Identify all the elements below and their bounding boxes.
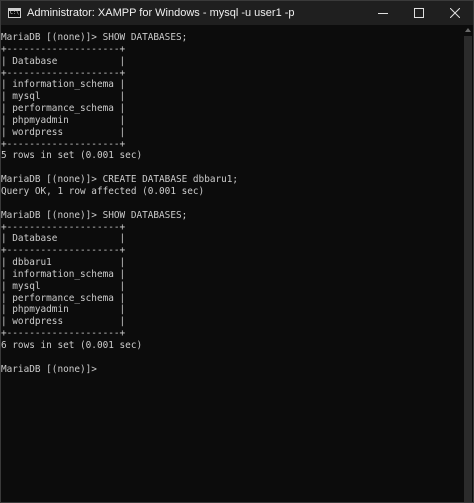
- terminal-line: | wordpress |: [1, 316, 126, 328]
- terminal-line: | phpmyadmin |: [1, 304, 126, 316]
- maximize-button[interactable]: [401, 1, 437, 25]
- window-controls: [365, 1, 473, 25]
- console-icon[interactable]: C:\: [8, 8, 21, 18]
- scroll-up-arrow-icon[interactable]: [465, 28, 471, 32]
- terminal-line: | phpmyadmin |: [1, 114, 126, 126]
- maximize-icon: [414, 8, 424, 18]
- terminal-line: | performance_schema |: [1, 103, 126, 115]
- terminal-line: | information_schema |: [1, 268, 126, 280]
- terminal-line: | mysql |: [1, 280, 126, 292]
- close-button[interactable]: [437, 1, 473, 25]
- terminal-line: MariaDB [(none)]>: [1, 363, 97, 375]
- scrollbar-thumb[interactable]: [464, 36, 472, 502]
- terminal-line: 5 rows in set (0.001 sec): [1, 150, 143, 162]
- terminal-output[interactable]: MariaDB [(none)]> SHOW DATABASES; +------…: [1, 32, 461, 375]
- terminal-line: Query OK, 1 row affected (0.001 sec): [1, 185, 205, 197]
- terminal-line: +--------------------+: [1, 245, 126, 257]
- terminal-line: | performance_schema |: [1, 292, 126, 304]
- terminal-line: +--------------------+: [1, 67, 126, 79]
- title-bar[interactable]: C:\ Administrator: XAMPP for Windows - m…: [1, 1, 473, 25]
- window-title: Administrator: XAMPP for Windows - mysql…: [27, 7, 295, 19]
- terminal-line: MariaDB [(none)]> SHOW DATABASES;: [1, 209, 188, 221]
- console-window: C:\ Administrator: XAMPP for Windows - m…: [0, 0, 474, 503]
- terminal-line: | mysql |: [1, 91, 126, 103]
- terminal-line: +--------------------+: [1, 221, 126, 233]
- terminal-line: +--------------------+: [1, 138, 126, 150]
- terminal-line: | Database |: [1, 233, 126, 245]
- terminal-line: | information_schema |: [1, 79, 126, 91]
- terminal-line: 6 rows in set (0.001 sec): [1, 339, 143, 351]
- terminal-line: +--------------------+: [1, 43, 126, 55]
- minimize-icon: [378, 13, 388, 14]
- terminal-line: MariaDB [(none)]> SHOW DATABASES;: [1, 32, 188, 43]
- terminal-line: | dbbaru1 |: [1, 257, 126, 269]
- close-icon: [450, 8, 460, 18]
- minimize-button[interactable]: [365, 1, 401, 25]
- terminal-line: | Database |: [1, 55, 126, 67]
- terminal-line: | wordpress |: [1, 126, 126, 138]
- terminal-line: +--------------------+: [1, 328, 126, 340]
- terminal-line: MariaDB [(none)]> CREATE DATABASE dbbaru…: [1, 174, 239, 186]
